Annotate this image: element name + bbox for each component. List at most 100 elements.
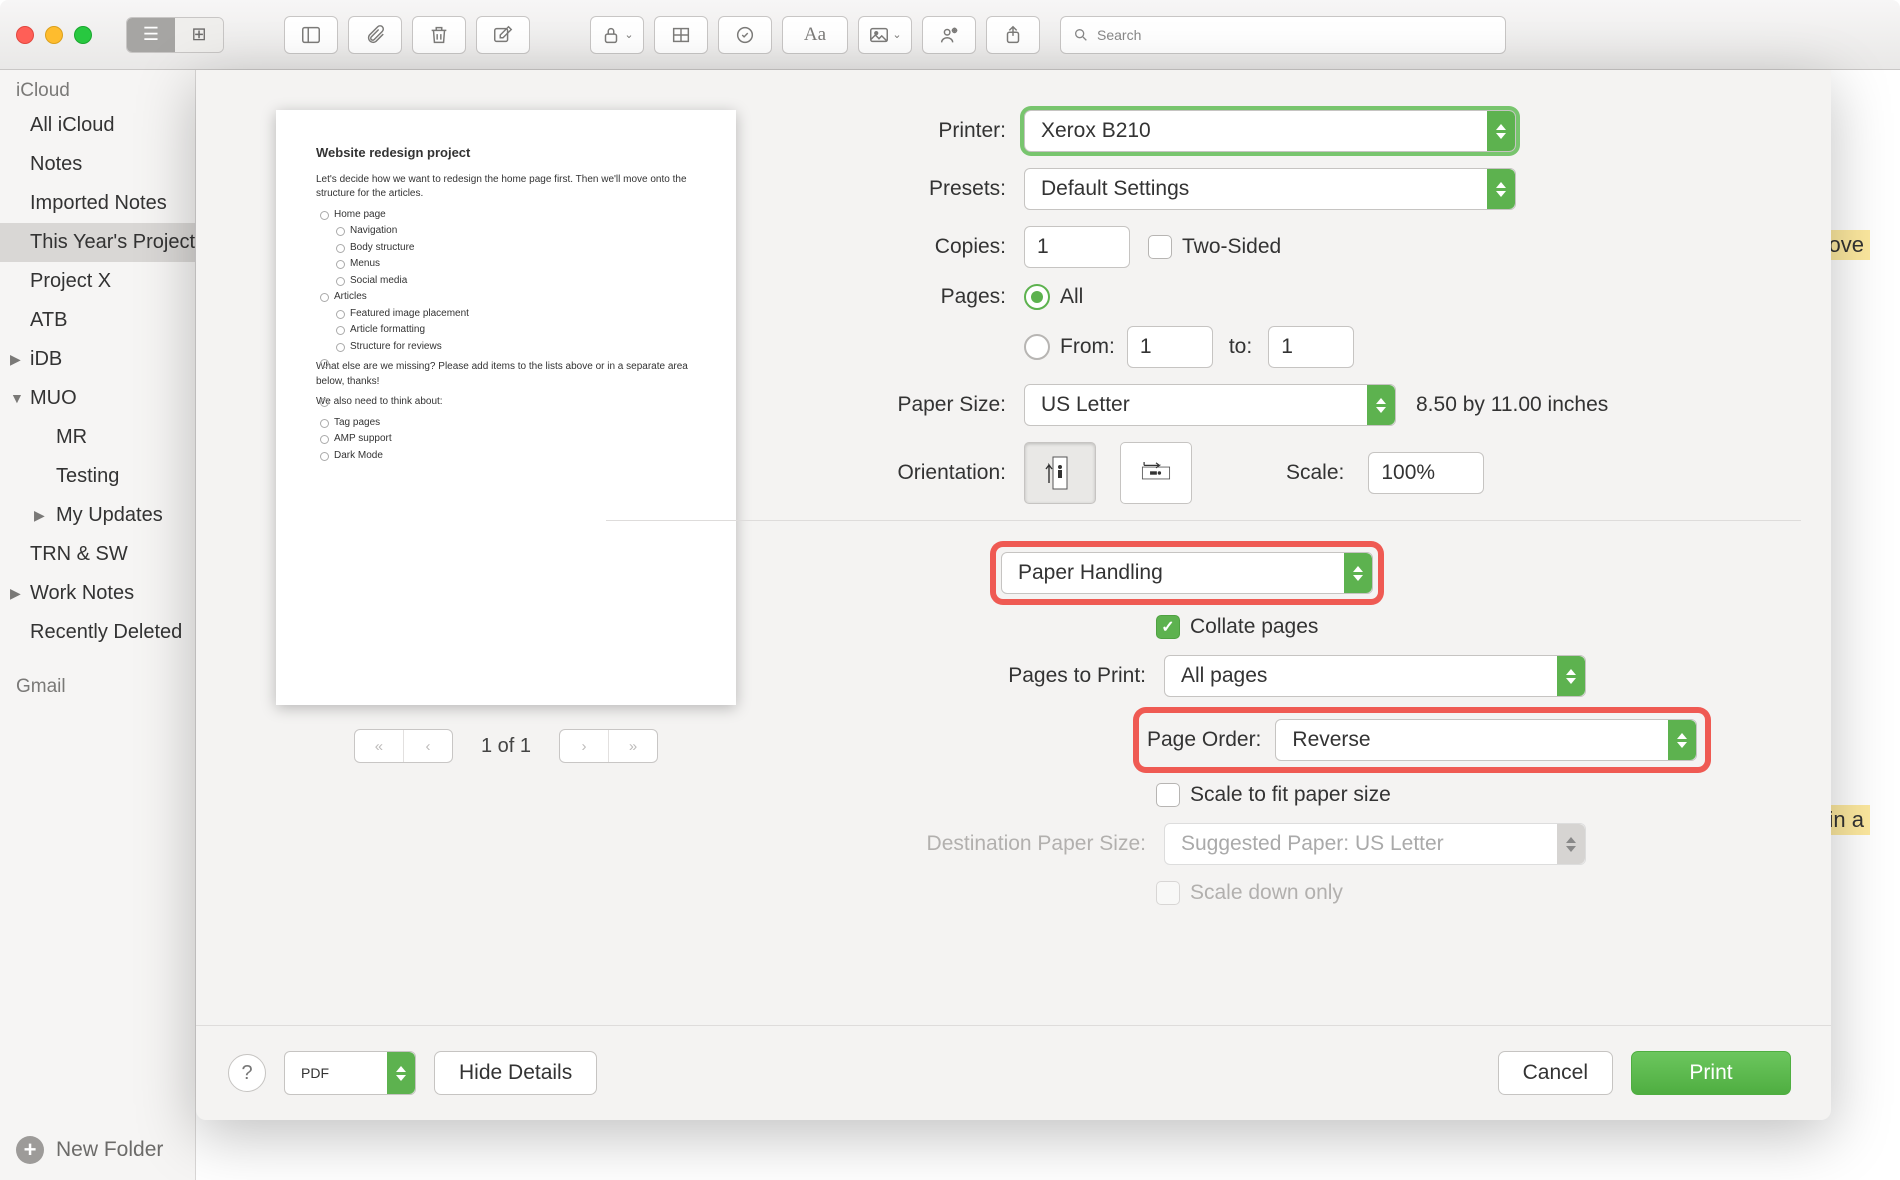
sidebar-item[interactable]: MR — [0, 418, 195, 457]
minimize-window-button[interactable] — [45, 26, 63, 44]
from-input[interactable]: 1 — [1127, 326, 1213, 368]
search-placeholder: Search — [1097, 27, 1141, 43]
collaborate-button[interactable] — [922, 16, 976, 54]
scale-to-fit-label: Scale to fit paper size — [1190, 783, 1391, 807]
disclosure-triangle-icon[interactable]: ▼ — [10, 390, 24, 406]
table-button[interactable] — [654, 16, 708, 54]
chevron-updown-icon — [387, 1052, 415, 1094]
window-controls — [16, 26, 92, 44]
copies-label: Copies: — [786, 235, 1024, 259]
content-area: we'll move in a Website redesign project… — [196, 70, 1900, 1180]
pages-to-print-label: Pages to Print: — [786, 664, 1164, 688]
sidebar-item[interactable]: All iCloud — [0, 106, 195, 145]
orientation-label: Orientation: — [786, 461, 1024, 485]
scale-label: Scale: — [1286, 461, 1344, 485]
paper-size-hint: 8.50 by 11.00 inches — [1416, 393, 1608, 417]
copies-input[interactable]: 1 — [1024, 226, 1130, 268]
print-dialog: Website redesign project Let's decide ho… — [196, 70, 1831, 1120]
printer-label: Printer: — [786, 119, 1024, 143]
next-page-buttons[interactable]: ›» — [559, 729, 658, 763]
presets-select[interactable]: Default Settings — [1024, 168, 1516, 210]
prev-page-icon[interactable]: ‹ — [404, 730, 452, 762]
scale-down-label: Scale down only — [1190, 881, 1343, 905]
chevron-updown-icon — [1367, 385, 1395, 425]
search-field[interactable]: Search — [1060, 16, 1506, 54]
two-sided-checkbox[interactable] — [1148, 235, 1172, 259]
last-page-icon[interactable]: » — [609, 730, 657, 762]
cancel-button[interactable]: Cancel — [1498, 1051, 1613, 1095]
pages-all-label: All — [1060, 285, 1083, 309]
dest-paper-label: Destination Paper Size: — [786, 832, 1164, 856]
pages-all-radio[interactable] — [1024, 284, 1050, 310]
sidebar-item[interactable]: Project X — [0, 262, 195, 301]
pages-label: Pages: — [786, 285, 1024, 309]
sidebar-item[interactable]: ▶iDB — [0, 340, 195, 379]
folders-sidebar: iCloud All iCloud Notes Imported Notes T… — [0, 70, 196, 1180]
list-view-button[interactable]: ☰ — [127, 18, 175, 52]
sidebar-item[interactable]: Imported Notes — [0, 184, 195, 223]
two-sided-label: Two-Sided — [1182, 235, 1281, 259]
search-icon — [1073, 27, 1089, 43]
sidebar-section-header: iCloud — [0, 70, 195, 106]
toggle-sidebar-button[interactable] — [284, 16, 338, 54]
chevron-updown-icon — [1344, 553, 1372, 593]
first-page-icon[interactable]: « — [355, 730, 404, 762]
scale-to-fit-checkbox[interactable] — [1156, 783, 1180, 807]
media-button[interactable]: ⌄ — [858, 16, 912, 54]
checklist-button[interactable] — [718, 16, 772, 54]
sidebar-item[interactable]: ▶Work Notes — [0, 574, 195, 613]
printer-select[interactable]: Xerox B210 — [1024, 110, 1516, 152]
print-button[interactable]: Print — [1631, 1051, 1791, 1095]
section-select-highlight: Paper Handling — [996, 547, 1378, 599]
sidebar-item[interactable]: Testing — [0, 457, 195, 496]
prev-page-buttons[interactable]: «‹ — [354, 729, 453, 763]
hide-details-button[interactable]: Hide Details — [434, 1051, 597, 1095]
pages-range-radio[interactable] — [1024, 334, 1050, 360]
chevron-updown-icon — [1487, 169, 1515, 209]
page-order-highlight: Page Order: Reverse — [1139, 713, 1705, 767]
new-folder-button[interactable]: + New Folder — [0, 1120, 195, 1180]
print-preview-column: Website redesign project Let's decide ho… — [256, 110, 756, 921]
sidebar-item[interactable]: TRN & SW — [0, 535, 195, 574]
next-page-icon[interactable]: › — [560, 730, 609, 762]
window-toolbar: ☰ ⊞ ⌄ Aa ⌄ Search — [0, 0, 1900, 70]
format-button[interactable]: Aa — [782, 16, 848, 54]
chevron-updown-icon — [1668, 720, 1696, 760]
chevron-updown-icon — [1557, 824, 1585, 864]
sidebar-item[interactable]: ATB — [0, 301, 195, 340]
lock-button[interactable]: ⌄ — [590, 16, 644, 54]
page-order-select[interactable]: Reverse — [1275, 719, 1697, 761]
orientation-landscape-button[interactable] — [1120, 442, 1192, 504]
orientation-portrait-button[interactable] — [1024, 442, 1096, 504]
sidebar-item[interactable]: Notes — [0, 145, 195, 184]
print-section-select[interactable]: Paper Handling — [1001, 552, 1373, 594]
scale-input[interactable]: 100% — [1368, 452, 1484, 494]
to-input[interactable]: 1 — [1268, 326, 1354, 368]
sidebar-item[interactable]: ▼MUO — [0, 379, 195, 418]
sidebar-item[interactable]: Recently Deleted — [0, 613, 195, 652]
page-preview: Website redesign project Let's decide ho… — [276, 110, 736, 705]
page-order-label: Page Order: — [1147, 728, 1261, 752]
paper-size-select[interactable]: US Letter — [1024, 384, 1396, 426]
grid-view-button[interactable]: ⊞ — [175, 18, 223, 52]
sidebar-item[interactable]: This Year's Projects — [0, 223, 195, 262]
disclosure-triangle-icon[interactable]: ▶ — [10, 585, 21, 602]
paper-size-label: Paper Size: — [786, 393, 1024, 417]
zoom-window-button[interactable] — [74, 26, 92, 44]
disclosure-triangle-icon[interactable]: ▶ — [34, 507, 45, 524]
close-window-button[interactable] — [16, 26, 34, 44]
from-label: From: — [1060, 335, 1115, 359]
sidebar-item[interactable]: ▶My Updates — [0, 496, 195, 535]
page-indicator: 1 of 1 — [481, 735, 531, 758]
attachments-button[interactable] — [348, 16, 402, 54]
help-button[interactable]: ? — [228, 1054, 266, 1092]
delete-button[interactable] — [412, 16, 466, 54]
disclosure-triangle-icon[interactable]: ▶ — [10, 351, 21, 368]
compose-button[interactable] — [476, 16, 530, 54]
scale-down-checkbox — [1156, 881, 1180, 905]
pdf-menu[interactable]: PDF — [284, 1051, 416, 1095]
sidebar-section-header: Gmail — [0, 666, 195, 702]
collate-checkbox[interactable] — [1156, 615, 1180, 639]
share-button[interactable] — [986, 16, 1040, 54]
pages-to-print-select[interactable]: All pages — [1164, 655, 1586, 697]
